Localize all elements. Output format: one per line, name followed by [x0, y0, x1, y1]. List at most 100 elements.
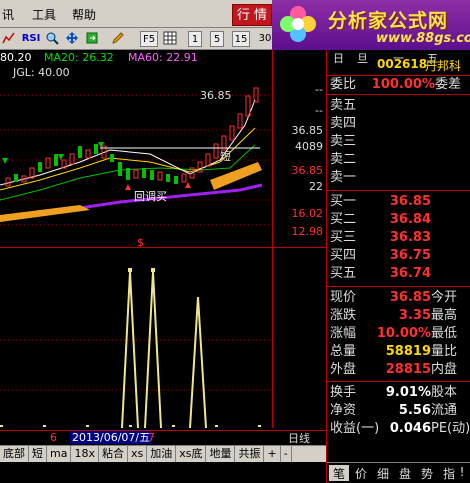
- qtab-more[interactable]: !: [455, 465, 469, 481]
- change-value: 3.35: [398, 308, 431, 323]
- axis-label-8: 12.98: [291, 225, 324, 238]
- weibi-label: 委比: [330, 77, 357, 92]
- stat-row: 收益(一) 0.046 PE(动): [327, 420, 470, 437]
- low-label: 最低: [431, 326, 458, 341]
- stock-code: 002618: [377, 57, 428, 71]
- volume-value: 58819: [385, 344, 431, 359]
- netasset-label: 净资: [330, 403, 357, 418]
- sell-1-label: 卖一: [330, 170, 357, 185]
- period-5-button[interactable]: 5: [210, 31, 224, 47]
- axis-label-4: 4089: [295, 140, 323, 153]
- sell-2-label: 卖二: [330, 152, 357, 167]
- ma60-value: MA60: 22.91: [128, 51, 198, 64]
- qtab-trades[interactable]: 笔: [329, 465, 349, 481]
- quote-panel: 日 旦 一 五 002618 丹邦科 委比 100.00% 委差 卖五 卖四 卖…: [326, 50, 470, 483]
- export-icon[interactable]: [84, 31, 100, 47]
- period-15-button[interactable]: 15: [232, 31, 250, 47]
- indicator-tabs: 底部短 ma 18x 粘合 xs 加油 xs底 地量 共振 + -: [0, 445, 326, 462]
- weicha-label: 委差: [435, 77, 462, 92]
- tab-xs[interactable]: xs: [128, 446, 148, 462]
- trade-button[interactable]: 行 情: [232, 4, 272, 26]
- qtab-trend[interactable]: 势: [417, 465, 437, 481]
- pe-label: PE(动): [431, 421, 470, 436]
- buy-5-price: 36.74: [389, 266, 431, 281]
- buy-4-price: 36.75: [389, 248, 431, 263]
- tab-short[interactable]: 短: [29, 446, 47, 462]
- tab-converge[interactable]: 粘合: [99, 446, 128, 462]
- axis-label-7: 16.02: [291, 207, 324, 220]
- stat-row: 外盘 28815 内盘: [327, 361, 470, 378]
- inner-label: 内盘: [431, 362, 458, 377]
- buy-row: 买一 36.85: [327, 193, 470, 210]
- menu-item-help[interactable]: 帮助: [72, 6, 96, 23]
- pencil-icon[interactable]: [110, 31, 126, 47]
- grid-icon[interactable]: [162, 31, 178, 47]
- f5-button[interactable]: F5: [140, 31, 158, 47]
- chart-type-icon[interactable]: [2, 31, 16, 47]
- spike-3: [189, 296, 207, 429]
- sell-4-label: 卖四: [330, 116, 357, 131]
- capital-label: 股本: [431, 385, 458, 400]
- stat-row: 涨跌 3.35 最高: [327, 307, 470, 324]
- buy-1-price: 36.85: [389, 194, 431, 209]
- buy-row: 买四 36.75: [327, 247, 470, 264]
- qtab-order[interactable]: 盘: [395, 465, 415, 481]
- ma10-value: 80.20: [0, 51, 32, 64]
- sell-row: 卖五: [327, 97, 470, 114]
- date-left: 6: [50, 431, 57, 444]
- toolbar: RSI F5 1 5 15 30: [0, 28, 280, 50]
- date-label: 2013/06/07/五: [70, 431, 153, 444]
- buy-row: 买五 36.74: [327, 265, 470, 282]
- buy-3-price: 36.83: [389, 230, 431, 245]
- buy-row: 买二 36.84: [327, 211, 470, 228]
- pct-label: 涨幅: [330, 326, 357, 341]
- qtab-price[interactable]: 价: [351, 465, 371, 481]
- buy-row: 买三 36.83: [327, 229, 470, 246]
- open-label: 今开: [431, 290, 458, 305]
- period-1-button[interactable]: 1: [188, 31, 202, 47]
- jgl-value: JGL: 40.00: [13, 66, 70, 79]
- brand-logo: 分析家公式网 www.88gs.com: [272, 0, 470, 50]
- axis-label-6: 22: [309, 180, 323, 193]
- zoom-icon[interactable]: [44, 31, 60, 47]
- eps-value: 0.046: [389, 421, 431, 436]
- move-icon[interactable]: [64, 31, 80, 47]
- tab-18x[interactable]: 18x: [71, 446, 99, 462]
- axis-label-5: 36.85: [291, 164, 324, 177]
- buy-5-label: 买五: [330, 266, 357, 281]
- stat-row: 换手 9.01% 股本: [327, 384, 470, 401]
- logo-url: www.88gs.com: [376, 31, 470, 46]
- stock-name: 丹邦科: [425, 59, 462, 73]
- float-label: 流通: [431, 403, 458, 418]
- sell-3-label: 卖三: [330, 134, 357, 149]
- annotation-short: 短: [220, 150, 231, 163]
- rsi-button[interactable]: RSI: [20, 31, 42, 47]
- buy-1-label: 买一: [330, 194, 357, 209]
- vol-ratio-label: 量比: [431, 344, 458, 359]
- tab-add[interactable]: +: [264, 446, 281, 462]
- tab-remove[interactable]: -: [281, 446, 292, 462]
- stat-row: 总量 58819 量比: [327, 343, 470, 360]
- sell-row: 卖一: [327, 169, 470, 186]
- weibi-value: 100.00%: [371, 77, 435, 92]
- status-strip: [0, 462, 326, 483]
- qtab-detail[interactable]: 细: [373, 465, 393, 481]
- price-value: 36.85: [389, 290, 431, 305]
- tab-boost[interactable]: 加油: [147, 446, 177, 462]
- period-label[interactable]: 日线: [288, 430, 310, 446]
- high-label: 最高: [431, 308, 458, 323]
- change-label: 涨跌: [330, 308, 357, 323]
- tab-low-volume[interactable]: 地量: [206, 446, 236, 462]
- tab-bottom[interactable]: 底部: [0, 446, 29, 462]
- date-right: 7: [148, 431, 155, 444]
- tab-ma[interactable]: ma: [47, 446, 72, 462]
- tab-xs-bottom[interactable]: xs底: [176, 446, 207, 462]
- price-high-marker: 36.85: [200, 89, 232, 102]
- menu-item-info[interactable]: 讯: [2, 6, 14, 23]
- menu-item-tools[interactable]: 工具: [32, 6, 56, 23]
- sell-5-label: 卖五: [330, 98, 357, 113]
- tab-resonance[interactable]: 共振: [235, 446, 265, 462]
- sell-row: 卖三: [327, 133, 470, 150]
- buy-2-price: 36.84: [389, 212, 431, 227]
- annotation-pullback-buy: 回调买: [134, 190, 167, 203]
